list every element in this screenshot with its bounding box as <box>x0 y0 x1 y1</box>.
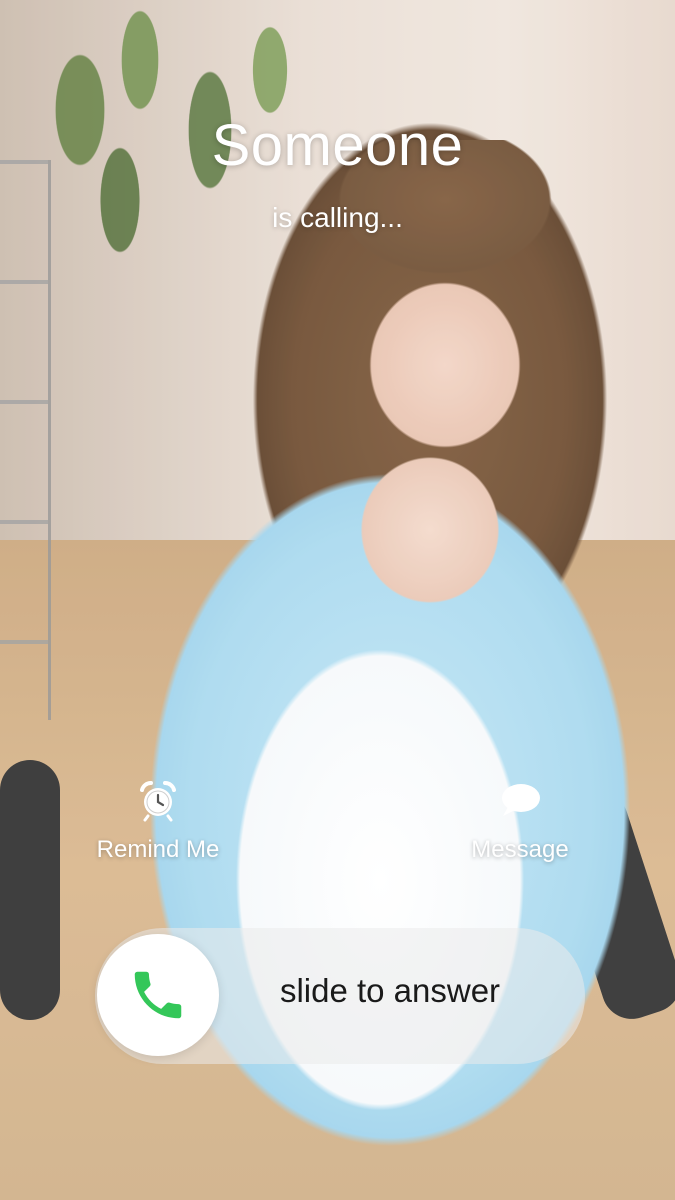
call-status: is calling... <box>272 202 403 233</box>
caller-name: Someone <box>211 113 464 178</box>
answer-slider-knob[interactable] <box>97 934 219 1056</box>
speech-bubble-icon <box>502 784 540 816</box>
slide-to-answer-label: slide to answer <box>279 972 501 1009</box>
phone-handset-icon <box>134 971 182 1019</box>
remind-me-button[interactable]: Remind Me <box>58 778 258 864</box>
message-button[interactable]: Message <box>420 778 620 864</box>
alarm-clock-icon <box>140 781 176 822</box>
message-label: Message <box>471 836 569 863</box>
remind-me-label: Remind Me <box>96 836 220 863</box>
